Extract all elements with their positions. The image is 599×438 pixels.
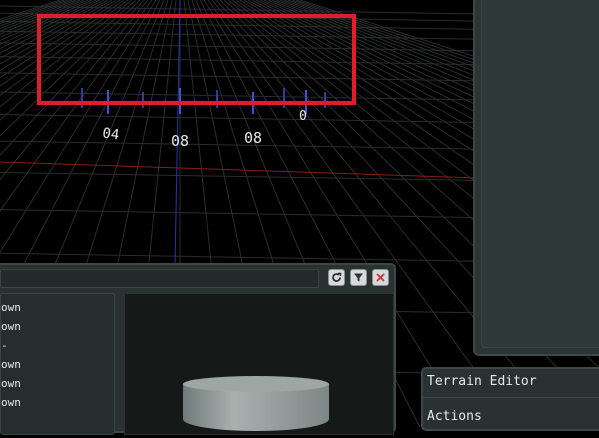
list-item[interactable]: - — [1, 337, 8, 355]
list-item[interactable]: own — [1, 318, 21, 336]
gizmo-label: 0 — [299, 109, 307, 124]
list-item[interactable]: own — [1, 356, 21, 374]
inspector-content — [481, 0, 599, 348]
asset-list[interactable]: own own - own own own — [0, 293, 115, 435]
list-item[interactable]: own — [1, 299, 21, 317]
inspector-panel[interactable] — [473, 0, 599, 356]
close-icon — [376, 273, 385, 282]
refresh-icon — [332, 272, 342, 282]
gizmo-label: 08 — [244, 129, 262, 147]
terrain-editor-title: Terrain Editor — [427, 374, 537, 389]
gizmo-label: 04 — [101, 125, 120, 143]
filter-button[interactable] — [350, 269, 367, 286]
filter-icon — [354, 273, 363, 282]
terrain-editor-window[interactable]: Terrain Editor Actions — [421, 367, 599, 431]
selection-highlight-box — [37, 14, 356, 105]
gizmo-label: 08 — [171, 132, 189, 150]
close-button[interactable] — [372, 269, 389, 286]
refresh-button[interactable] — [328, 269, 345, 286]
list-item[interactable]: own — [1, 375, 21, 393]
actions-section-label[interactable]: Actions — [427, 409, 482, 424]
cylinder-preview-icon — [183, 376, 329, 431]
asset-preview — [124, 293, 394, 435]
asset-search-field[interactable] — [0, 269, 319, 288]
asset-browser-window[interactable]: own own - own own own — [0, 263, 396, 435]
list-item[interactable]: own — [1, 394, 21, 412]
